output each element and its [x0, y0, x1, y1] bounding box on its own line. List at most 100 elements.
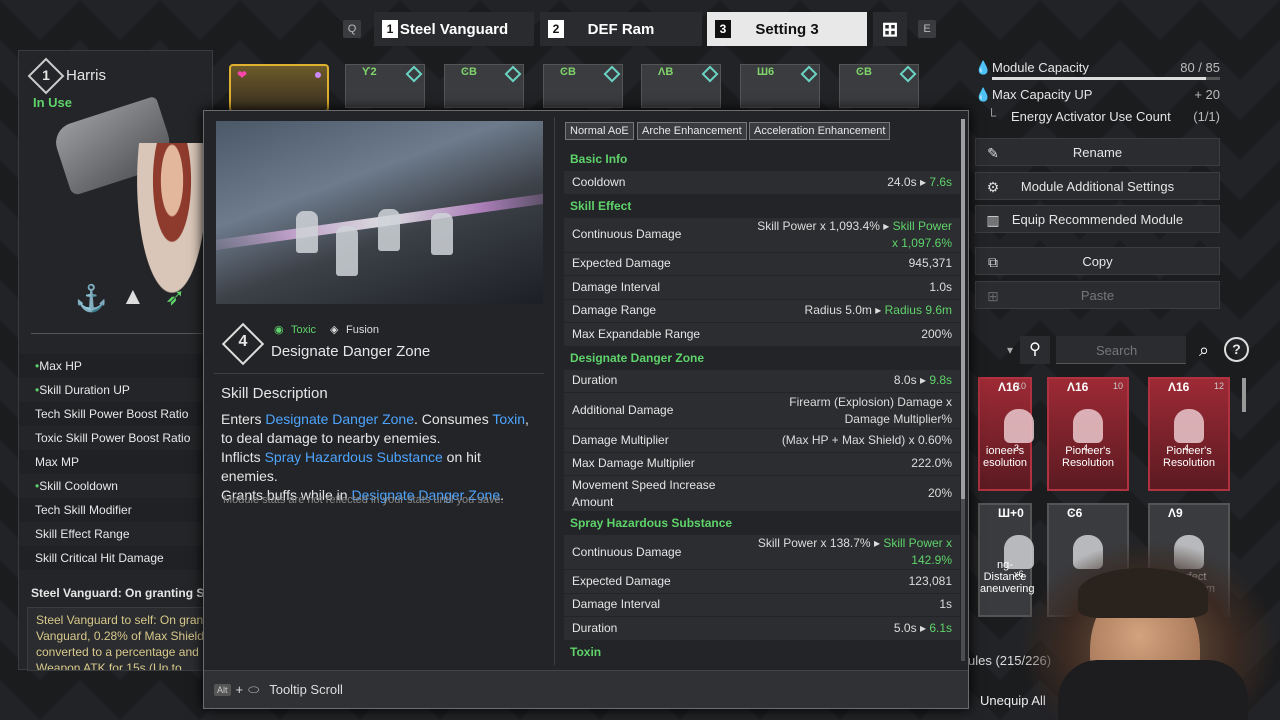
bar-chart-icon: ▥: [986, 212, 1000, 228]
stat-label: Skill Duration UP: [39, 383, 130, 397]
character-portrait: [137, 143, 207, 293]
tab-steel-vanguard[interactable]: 1 Steel Vanguard: [374, 12, 534, 46]
next-key-hint[interactable]: E: [918, 20, 936, 38]
module-label: ϾB: [856, 66, 872, 78]
stat-key: Continuous Damage: [572, 227, 682, 241]
heart-icon: ❤: [237, 68, 248, 82]
arrow-right-icon: ▸: [883, 218, 890, 233]
paste-button[interactable]: ⊞ Paste: [975, 281, 1220, 309]
stat-value: 200%: [921, 326, 952, 341]
stat-row: Expected Damage 945,371: [564, 252, 960, 275]
element-label: Toxic: [291, 324, 317, 336]
rename-button[interactable]: ✎ Rename: [975, 138, 1220, 166]
copy-button[interactable]: ⧉ Copy: [975, 247, 1220, 275]
equip-recommended-button[interactable]: ▥ Equip Recommended Module: [975, 205, 1220, 233]
help-button[interactable]: ?: [1224, 337, 1249, 362]
stat-list: •Max HP •Skill Duration UP Tech Skill Powe…: [19, 354, 214, 570]
filter-button[interactable]: ⚲: [1020, 336, 1050, 364]
add-preset-button[interactable]: ⊞: [873, 12, 907, 46]
drop-icon: 💧: [975, 87, 992, 102]
stat-list-item[interactable]: Max MP: [19, 450, 214, 474]
skill-name: Designate Danger Zone: [271, 343, 431, 360]
module-slot[interactable]: ΛB: [641, 64, 721, 108]
webcam-overlay: [1018, 540, 1280, 720]
stat-new-value: 7.6s: [929, 174, 952, 189]
stat-key: Max Damage Multiplier: [572, 456, 695, 471]
module-list-scrollbar[interactable]: [1242, 378, 1246, 412]
stat-value: (Max HP + Max Shield) x 0.60%: [781, 432, 952, 447]
toxic-skill-icon[interactable]: ⚓: [75, 283, 107, 313]
stat-new-value: Skill Power x 142.9%: [883, 536, 952, 567]
arrow-right-icon: ▸: [919, 373, 926, 388]
tooltip-scrollbar-thumb[interactable]: [961, 119, 965, 499]
module-slot[interactable]: ϾB: [444, 64, 524, 108]
socket-icon: [899, 65, 917, 83]
module-label: ϒ2: [362, 66, 377, 78]
module-slot[interactable]: ϾB: [839, 64, 919, 108]
module-slot[interactable]: ϒ2: [345, 64, 425, 108]
search-icon[interactable]: ⌕: [1190, 336, 1218, 364]
stat-row: Continuous Damage Skill Power x 138.7% ▸ …: [564, 535, 960, 569]
capacity-bar: [992, 77, 1220, 80]
stat-list-item[interactable]: Tech Skill Power Boost Ratio: [19, 402, 214, 426]
stat-row: Damage Interval 1s: [564, 593, 960, 616]
paste-icon: ⊞: [987, 288, 999, 304]
stat-list-item[interactable]: •Skill Duration UP: [19, 378, 214, 402]
stat-new-value: 9.8s: [929, 373, 952, 388]
stat-key: Expected Damage: [572, 573, 671, 588]
module-card[interactable]: Λ16 12 4 Pioneer's Resolution: [1148, 377, 1230, 491]
set-bonus-title: Steel Vanguard: On granting Ste: [31, 586, 216, 600]
stat-label: Skill Cooldown: [39, 479, 118, 493]
stat-list-item[interactable]: •Skill Cooldown: [19, 474, 214, 498]
socket-icon: [603, 65, 621, 83]
stat-list-item[interactable]: Skill Effect Range: [19, 522, 214, 546]
module-label: ΛB: [658, 66, 674, 78]
socket-icon: [701, 65, 719, 83]
tab-number: 1: [382, 20, 398, 38]
skill-stats-list[interactable]: Basic Info Cooldown 24.0s ▸ 7.6s Skill Effe…: [564, 148, 960, 662]
ship-skill-icon[interactable]: ▲: [121, 283, 151, 313]
module-card[interactable]: Λ16 10 4 Pioneer's Resolution: [1047, 377, 1129, 491]
button-label: Equip Recommended Module: [1011, 211, 1184, 227]
stat-row: Max Damage Multiplier 222.0%: [564, 452, 960, 475]
socket-icon: [504, 65, 522, 83]
keyword-link[interactable]: Toxin: [492, 411, 525, 427]
tab-label: DEF Ram: [587, 20, 655, 38]
stat-value: 1s: [939, 597, 952, 612]
sort-dropdown[interactable]: ▾: [968, 336, 1013, 364]
level-number: 1: [42, 67, 50, 83]
stat-list-item[interactable]: Skill Critical Hit Damage: [19, 546, 214, 570]
tab-setting-3[interactable]: 3 Setting 3: [707, 12, 867, 46]
button-label: Paste: [1080, 287, 1115, 303]
stat-new-value: Skill Power x 1,097.6%: [891, 218, 952, 250]
skill-module-slot[interactable]: ❤: [229, 64, 329, 112]
module-slot[interactable]: Ш6: [740, 64, 820, 108]
stat-value: Radius 5.0m: [804, 303, 872, 318]
arrow-right-icon: ▸: [919, 174, 926, 189]
module-additional-settings-button[interactable]: ⚙ Module Additional Settings: [975, 172, 1220, 200]
search-input[interactable]: Search: [1056, 336, 1186, 364]
stat-row: Damage Range Radius 5.0m ▸ Radius 9.6m: [564, 299, 960, 322]
capacity-value: 80 / 85: [1180, 60, 1220, 75]
capacity-label: Module Capacity: [992, 60, 1089, 75]
chevron-down-icon: ▾: [1006, 343, 1013, 357]
stat-list-item[interactable]: Toxic Skill Power Boost Ratio: [19, 426, 214, 450]
stats-section-title: Toxin: [570, 644, 602, 659]
plus-sign: +: [235, 682, 244, 697]
stat-list-item[interactable]: •Max HP: [19, 354, 214, 378]
stat-label: Max MP: [35, 455, 80, 469]
module-card[interactable]: Λ16 10 3 ioneer's esolution: [978, 377, 1034, 491]
prev-key-hint[interactable]: Q: [343, 20, 361, 38]
stat-new-value: 6.1s: [929, 620, 952, 635]
keyword-link[interactable]: Designate Danger Zone: [265, 411, 414, 427]
keyword-link[interactable]: Spray Hazardous Substance: [265, 449, 443, 465]
tab-def-ram[interactable]: 2 DEF Ram: [540, 12, 702, 46]
grapple-skill-icon[interactable]: ➶: [165, 283, 195, 313]
stat-list-item[interactable]: Tech Skill Modifier: [19, 498, 214, 522]
stat-row: Duration 5.0s ▸ 6.1s: [564, 617, 960, 640]
button-label: Rename: [1072, 144, 1123, 160]
stat-row: Damage Multiplier (Max HP + Max Shield) x…: [564, 429, 960, 452]
module-slot[interactable]: ϾB: [543, 64, 623, 108]
stat-value: 123,081: [908, 573, 952, 588]
stat-label: Tech Skill Power Boost Ratio: [35, 407, 189, 421]
